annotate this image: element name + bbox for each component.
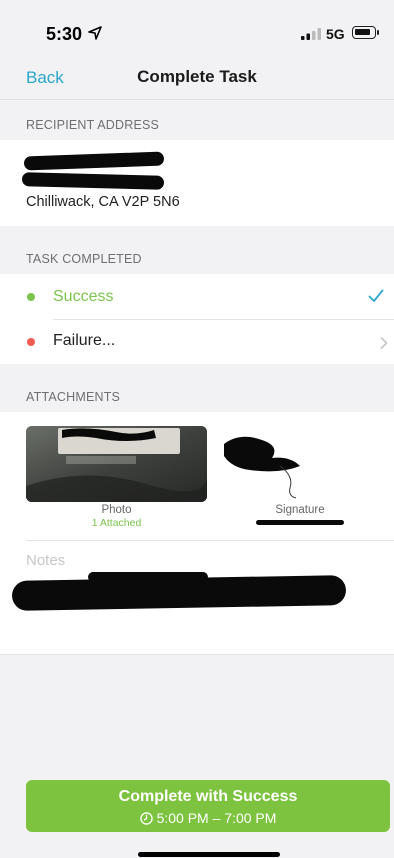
option-failure-row[interactable]: Failure... — [0, 320, 394, 364]
attachments-header: ATTACHMENTS — [0, 372, 394, 412]
photo-label: Photo — [101, 504, 132, 516]
option-failure-label: Failure... — [53, 332, 116, 349]
task-completed-header: TASK COMPLETED — [0, 234, 394, 274]
task-completed-card: Success Failure... — [0, 274, 394, 364]
complete-with-success-button[interactable]: Complete with Success 5:00 PM – 7:00 PM — [26, 780, 390, 832]
signature-thumbnail[interactable] — [210, 426, 390, 502]
recipient-address-line: Chilliwack, CA V2P 5N6 — [26, 194, 180, 210]
signal-strength-icon — [301, 28, 321, 40]
option-success-label: Success — [53, 288, 114, 305]
nav-bar: Complete Task Back — [0, 54, 394, 100]
status-time: 5:30 — [46, 24, 83, 44]
clock-icon — [139, 812, 153, 825]
home-indicator — [138, 852, 280, 857]
attachments-divider — [26, 540, 394, 541]
checkmark-icon — [368, 289, 384, 302]
signature-image — [224, 436, 300, 499]
location-arrow-icon — [88, 26, 102, 40]
redaction-mark — [21, 172, 165, 190]
signature-label: Signature — [275, 504, 325, 516]
status-bar: 5:30 5G — [0, 0, 394, 54]
redaction-mark — [256, 520, 344, 525]
notes-field-label[interactable]: Notes — [26, 552, 65, 569]
option-success-row[interactable]: Success — [0, 274, 394, 319]
success-status-dot — [27, 293, 35, 301]
photo-image — [26, 426, 207, 502]
recipient-address-header: RECIPIENT ADDRESS — [0, 100, 394, 140]
time-window-label: 5:00 PM – 7:00 PM — [156, 810, 277, 826]
battery-tip — [377, 30, 379, 35]
failure-status-dot — [27, 338, 35, 346]
photo-attached-count: 1 Attached — [91, 517, 142, 529]
redaction-mark — [23, 151, 165, 171]
back-button[interactable]: Back — [26, 68, 64, 88]
complete-button-time: 5:00 PM – 7:00 PM — [26, 810, 390, 826]
attachments-card: Photo 1 Attached Signature — [0, 412, 394, 654]
chevron-right-icon — [380, 337, 388, 349]
recipient-address-card: Chilliwack, CA V2P 5N6 — [0, 140, 394, 226]
notes-redaction-mark — [88, 572, 208, 582]
battery-icon — [352, 26, 376, 39]
network-type-label: 5G — [326, 26, 345, 42]
photo-thumbnail[interactable] — [26, 426, 207, 502]
notes-bottom-divider — [0, 654, 394, 655]
complete-button-title: Complete with Success — [118, 788, 298, 805]
